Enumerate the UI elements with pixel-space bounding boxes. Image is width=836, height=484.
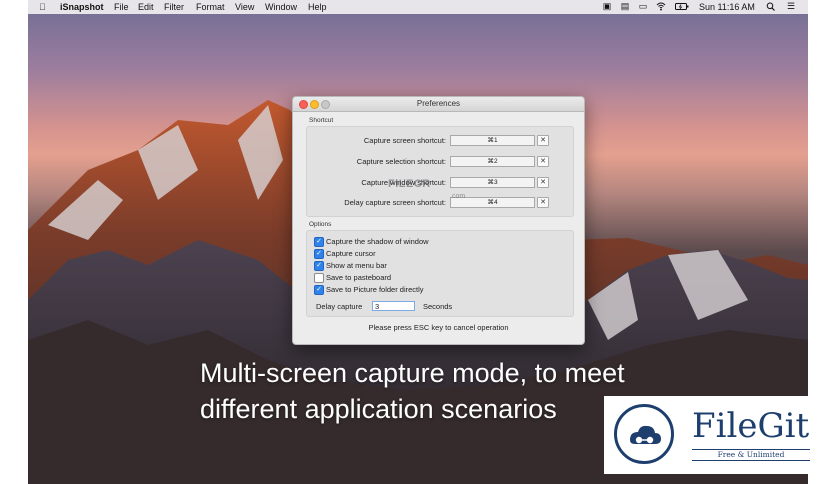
option-label: Show at menu bar <box>326 261 387 270</box>
menu-edit[interactable]: Edit <box>138 1 154 13</box>
shortcut-row: Capture screen shortcut: ⌘1 ✕ <box>307 135 573 146</box>
options-group: ✓ Capture the shadow of window ✓ Capture… <box>306 230 574 317</box>
seconds-label: Seconds <box>423 302 453 311</box>
shortcut-recorder-field[interactable]: ⌘2 <box>450 156 535 167</box>
filegit-logo-icon <box>614 404 674 464</box>
clear-shortcut-button[interactable]: ✕ <box>537 135 549 146</box>
display-icon[interactable]: ▤ <box>620 2 630 11</box>
camera-icon[interactable]: ▣ <box>602 2 612 11</box>
shortcut-row: Capture window shortcut: ⌘3 ✕ <box>307 177 573 188</box>
caption-line-1: Multi-screen capture mode, to meet <box>200 358 625 388</box>
menu-app-name[interactable]: iSnapshot <box>60 1 104 13</box>
wifi-icon[interactable] <box>656 2 666 11</box>
filegit-tagline: Free & Unlimited <box>692 449 810 461</box>
clear-shortcut-button[interactable]: ✕ <box>537 156 549 167</box>
battery-icon[interactable] <box>675 2 689 11</box>
option-label: Capture the shadow of window <box>326 237 429 246</box>
checkbox[interactable]: ✓ <box>314 249 324 259</box>
apple-icon[interactable]:  <box>39 1 46 13</box>
watermark-text: FILECR <box>388 178 431 190</box>
shortcut-label: Capture screen shortcut: <box>363 136 446 145</box>
shortcut-recorder-field[interactable]: ⌘3 <box>450 177 535 188</box>
options-section-label: Options <box>309 221 332 228</box>
menu-filter[interactable]: Filter <box>164 1 184 13</box>
clear-shortcut-button[interactable]: ✕ <box>537 197 549 208</box>
shortcut-section-label: Shortcut <box>309 117 334 124</box>
checkbox[interactable]: ✓ <box>314 237 324 247</box>
menu-help[interactable]: Help <box>308 1 327 13</box>
preferences-window: Preferences Shortcut Capture screen shor… <box>292 96 585 345</box>
caption-line-2: different application scenarios <box>200 394 557 424</box>
shortcut-row: Delay capture screen shortcut: ⌘4 ✕ <box>307 197 573 208</box>
shortcut-label: Delay capture screen shortcut: <box>344 198 446 207</box>
shortcut-recorder-field[interactable]: ⌘1 <box>450 135 535 146</box>
shortcut-row: Capture selection shortcut: ⌘2 ✕ <box>307 156 573 167</box>
checkbox[interactable]: ✓ <box>314 285 324 295</box>
clear-shortcut-button[interactable]: ✕ <box>537 177 549 188</box>
checkbox[interactable] <box>314 273 324 283</box>
checkbox[interactable]: ✓ <box>314 261 324 271</box>
title-bar[interactable]: Preferences <box>293 97 584 112</box>
menu-view[interactable]: View <box>235 1 254 13</box>
shortcut-group: Capture screen shortcut: ⌘1 ✕ Capture se… <box>306 126 574 217</box>
cancel-hint: Please press ESC key to cancel operation <box>368 323 509 332</box>
window-title: Preferences <box>416 99 461 108</box>
menu-file[interactable]: File <box>114 1 129 13</box>
option-label: Save to Picture folder directly <box>326 285 424 294</box>
menu-window[interactable]: Window <box>265 1 297 13</box>
watermark-subtext: .com <box>450 193 466 200</box>
filegit-name: FileGit <box>692 406 810 446</box>
menu-clock[interactable]: Sun 11:16 AM <box>699 1 755 13</box>
search-icon[interactable] <box>766 2 776 11</box>
shortcut-label: Capture selection shortcut: <box>356 157 446 166</box>
list-icon[interactable]: ☰ <box>786 2 796 11</box>
menu-format[interactable]: Format <box>196 1 225 13</box>
filegit-badge: FileGit Free & Unlimited <box>604 396 818 474</box>
display-icon[interactable]: ▭ <box>638 2 648 11</box>
option-label: Save to pasteboard <box>326 273 392 282</box>
delay-capture-label: Delay capture <box>316 302 363 311</box>
menu-bar:  iSnapshot File Edit Filter Format View… <box>28 0 808 14</box>
delay-seconds-input[interactable]: 3 <box>372 301 415 311</box>
option-label: Capture cursor <box>326 249 376 258</box>
